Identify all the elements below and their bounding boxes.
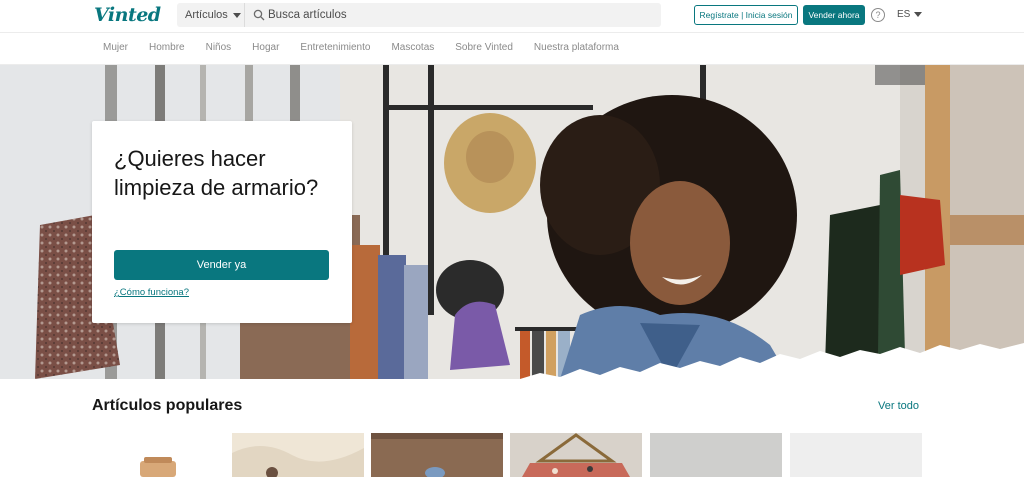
nav-item-mujer[interactable]: Mujer [103, 42, 128, 53]
item-card[interactable] [371, 433, 503, 477]
item-thumbnail [510, 433, 642, 477]
item-card[interactable] [790, 433, 922, 477]
item-card[interactable] [510, 433, 642, 477]
sell-now-cta-button[interactable]: Vender ya [114, 250, 329, 280]
how-it-works-link[interactable]: ¿Cómo funciona? [114, 287, 189, 298]
see-all-link[interactable]: Ver todo [878, 400, 919, 412]
top-header: Vinted Artículos Regístrate | Inicia ses… [0, 0, 1024, 32]
language-selector[interactable]: ES [897, 9, 923, 20]
nav-item-ninos[interactable]: Niños [206, 42, 232, 53]
hero-card: ¿Quieres hacer limpieza de armario? Vend… [92, 121, 352, 323]
vinted-logo[interactable]: Vinted [94, 4, 161, 26]
search-category-label: Artículos [185, 9, 228, 21]
item-thumbnail [232, 433, 364, 477]
item-card[interactable] [650, 433, 782, 477]
search-category-dropdown[interactable]: Artículos [177, 3, 245, 27]
nav-item-hogar[interactable]: Hogar [252, 42, 279, 53]
search-icon [253, 9, 265, 21]
nav-item-entretenimiento[interactable]: Entretenimiento [300, 42, 370, 53]
item-thumbnail [371, 433, 503, 477]
item-card[interactable] [92, 433, 224, 477]
nav-item-hombre[interactable]: Hombre [149, 42, 185, 53]
register-login-button[interactable]: Regístrate | Inicia sesión [694, 5, 798, 25]
language-label: ES [897, 9, 911, 20]
nav-item-nuestra-plataforma[interactable]: Nuestra plataforma [534, 42, 619, 53]
chevron-down-icon [232, 12, 241, 18]
nav-item-mascotas[interactable]: Mascotas [391, 42, 434, 53]
item-thumbnail [92, 433, 224, 477]
help-icon[interactable]: ? [871, 8, 885, 22]
hero-banner: ¿Quieres hacer limpieza de armario? Vend… [0, 65, 1024, 379]
chevron-down-icon [914, 12, 923, 17]
search-bar: Artículos [177, 3, 661, 27]
item-thumbnail [650, 433, 782, 477]
popular-items-title: Artículos populares [92, 397, 243, 414]
item-card[interactable] [232, 433, 364, 477]
item-thumbnail [790, 433, 922, 477]
nav-item-sobre-vinted[interactable]: Sobre Vinted [455, 42, 513, 53]
sell-now-button[interactable]: Vender ahora [803, 5, 865, 25]
hero-title: ¿Quieres hacer limpieza de armario? [114, 146, 319, 200]
category-nav: Mujer Hombre Niños Hogar Entretenimiento… [0, 32, 1024, 65]
search-input[interactable] [268, 3, 648, 27]
